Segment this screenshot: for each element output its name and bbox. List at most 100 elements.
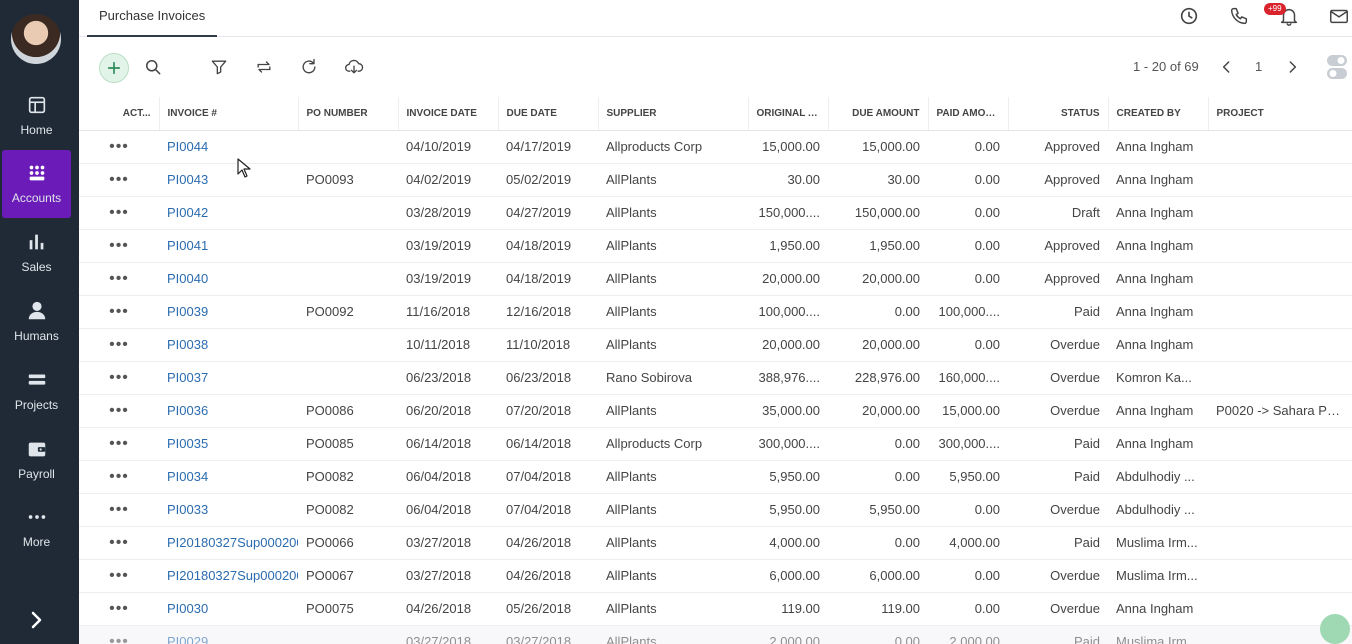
cell-actions-menu[interactable]: •••	[79, 262, 159, 296]
cell-due-date: 07/20/2018	[498, 394, 598, 428]
table-row[interactable]: ••• PI0042 03/28/2019 04/27/2019 AllPlants 15…	[79, 196, 1352, 230]
cell-actions-menu[interactable]: •••	[79, 460, 159, 494]
cell-original-amount: 6,000.00	[748, 559, 828, 593]
cell-actions-menu[interactable]: •••	[79, 130, 159, 164]
cell-actions-menu[interactable]: •••	[79, 229, 159, 263]
column-header-invoice-date[interactable]: INVOICE DATE	[398, 97, 499, 131]
cell-paid-amount: 0.00	[928, 493, 1008, 527]
table-row[interactable]: ••• PI0037 06/23/2018 06/23/2018 Rano Sobiro…	[79, 361, 1352, 395]
column-header-due-amount[interactable]: DUE AMOUNT	[828, 97, 929, 131]
table-row[interactable]: ••• PI0036 PO0086 06/20/2018 07/20/2018 AllPl…	[79, 394, 1352, 428]
table-row[interactable]: ••• PI0033 PO0082 06/04/2018 07/04/2018 AllPl…	[79, 493, 1352, 527]
cell-invoice-number[interactable]: PI0038	[159, 328, 298, 362]
table-row[interactable]: ••• PI20180327Sup000200 PO0066 03/27/2018 04…	[79, 526, 1352, 560]
table-row[interactable]: ••• PI0044 04/10/2019 04/17/2019 Allproducts…	[79, 130, 1352, 164]
cell-invoice-number[interactable]: PI0037	[159, 361, 298, 395]
add-button[interactable]	[99, 53, 129, 83]
cell-due-date: 04/18/2019	[498, 262, 598, 296]
column-header-original-amount[interactable]: ORIGINAL A...	[748, 97, 829, 131]
column-header-project[interactable]: PROJECT	[1208, 97, 1352, 131]
refresh-icon[interactable]	[299, 57, 319, 77]
sidebar-item-sales[interactable]: Sales	[2, 219, 71, 287]
sidebar-item-projects[interactable]: Projects	[2, 357, 71, 425]
table-row[interactable]: ••• PI0043 PO0093 04/02/2019 05/02/2019 AllPl…	[79, 163, 1352, 197]
column-header-status[interactable]: STATUS	[1008, 97, 1109, 131]
column-header-invoice[interactable]: INVOICE #	[159, 97, 299, 131]
cell-actions-menu[interactable]: •••	[79, 559, 159, 593]
search-icon[interactable]	[143, 57, 163, 77]
cell-actions-menu[interactable]: •••	[79, 328, 159, 362]
clock-icon[interactable]	[1178, 5, 1200, 27]
cloud-download-icon[interactable]	[344, 57, 364, 77]
filter-icon[interactable]	[209, 57, 229, 77]
table-row[interactable]: ••• PI0041 03/19/2019 04/18/2019 AllPlants 1,…	[79, 229, 1352, 263]
mail-icon[interactable]	[1328, 5, 1350, 27]
cell-actions-menu[interactable]: •••	[79, 625, 159, 644]
table-row[interactable]: ••• PI0039 PO0092 11/16/2018 12/16/2018 AllPl…	[79, 295, 1352, 329]
cell-due-amount: 228,976.00	[828, 361, 928, 395]
cell-status: Paid	[1008, 526, 1108, 560]
sidebar-item-humans[interactable]: Humans	[2, 288, 71, 356]
cell-actions-menu[interactable]: •••	[79, 295, 159, 329]
cell-invoice-number[interactable]: PI0040	[159, 262, 298, 296]
column-header-created-by[interactable]: CREATED BY	[1108, 97, 1209, 131]
sidebar-item-payroll[interactable]: Payroll	[2, 426, 71, 494]
table-row[interactable]: ••• PI20180327Sup000200 PO0067 03/27/2018 04…	[79, 559, 1352, 593]
cell-due-amount: 20,000.00	[828, 394, 928, 428]
cell-actions-menu[interactable]: •••	[79, 427, 159, 461]
cell-actions-menu[interactable]: •••	[79, 592, 159, 626]
cell-actions-menu[interactable]: •••	[79, 196, 159, 230]
cell-invoice-date: 10/11/2018	[398, 328, 498, 362]
cell-original-amount: 150,000....	[748, 196, 828, 230]
cell-actions-menu[interactable]: •••	[79, 163, 159, 197]
column-header-supplier[interactable]: SUPPLIER	[598, 97, 749, 131]
cell-invoice-number[interactable]: PI0044	[159, 130, 298, 164]
table-row[interactable]: ••• PI0029 03/27/2018 03/27/2018 AllPlants 2,…	[79, 625, 1352, 644]
sidebar-item-accounts[interactable]: Accounts	[2, 150, 71, 218]
cell-actions-menu[interactable]: •••	[79, 361, 159, 395]
chevron-right-icon[interactable]	[24, 608, 48, 632]
cell-invoice-number[interactable]: PI20180327Sup000200	[159, 526, 298, 560]
chevron-left-icon[interactable]	[1217, 57, 1237, 77]
cell-invoice-number[interactable]: PI0035	[159, 427, 298, 461]
cell-actions-menu[interactable]: •••	[79, 493, 159, 527]
cell-invoice-number[interactable]: PI0034	[159, 460, 298, 494]
avatar[interactable]	[11, 14, 61, 64]
cell-due-date: 06/23/2018	[498, 361, 598, 395]
cell-invoice-number[interactable]: PI0041	[159, 229, 298, 263]
cell-invoice-number[interactable]: PI20180327Sup000200	[159, 559, 298, 593]
table-row[interactable]: ••• PI0040 03/19/2019 04/18/2019 AllPlants 20…	[79, 262, 1352, 296]
cell-project: P0020 -> Sahara Proj...	[1208, 394, 1352, 428]
table-row[interactable]: ••• PI0030 PO0075 04/26/2018 05/26/2018 AllPl…	[79, 592, 1352, 626]
column-header-actions[interactable]: ACT...	[79, 97, 160, 131]
cell-actions-menu[interactable]: •••	[79, 526, 159, 560]
table-row[interactable]: ••• PI0038 10/11/2018 11/10/2018 AllPlants 20…	[79, 328, 1352, 362]
cell-invoice-number[interactable]: PI0033	[159, 493, 298, 527]
toggle-icon[interactable]	[1326, 54, 1348, 80]
chat-icon[interactable]	[1320, 614, 1350, 644]
column-header-paid-amount[interactable]: PAID AMOU...	[928, 97, 1009, 131]
sidebar-item-home[interactable]: Home	[2, 82, 71, 150]
column-header-po-number[interactable]: PO NUMBER	[298, 97, 399, 131]
tab-purchase-invoices[interactable]: Purchase Invoices	[87, 0, 218, 37]
cell-invoice-number[interactable]: PI0036	[159, 394, 298, 428]
column-header-due-date[interactable]: DUE DATE	[498, 97, 599, 131]
cell-invoice-number[interactable]: PI0043	[159, 163, 298, 197]
cell-due-amount: 20,000.00	[828, 262, 928, 296]
pager-page[interactable]: 1	[1255, 59, 1262, 74]
table-row[interactable]: ••• PI0035 PO0085 06/14/2018 06/14/2018 Allpr…	[79, 427, 1352, 461]
table-row[interactable]: ••• PI0034 PO0082 06/04/2018 07/04/2018 AllPl…	[79, 460, 1352, 494]
cell-invoice-number[interactable]: PI0030	[159, 592, 298, 626]
cell-invoice-number[interactable]: PI0042	[159, 196, 298, 230]
cell-actions-menu[interactable]: •••	[79, 394, 159, 428]
cell-created-by: Muslima Irm...	[1108, 526, 1208, 560]
cell-invoice-number[interactable]: PI0039	[159, 295, 298, 329]
chevron-right-icon[interactable]	[1282, 57, 1302, 77]
phone-icon[interactable]	[1228, 5, 1250, 27]
cell-invoice-date: 03/19/2019	[398, 262, 498, 296]
swap-icon[interactable]	[254, 57, 274, 77]
cell-original-amount: 15,000.00	[748, 130, 828, 164]
sidebar-item-more[interactable]: More	[2, 494, 71, 562]
cell-paid-amount: 300,000....	[928, 427, 1008, 461]
cell-invoice-number[interactable]: PI0029	[159, 625, 298, 644]
